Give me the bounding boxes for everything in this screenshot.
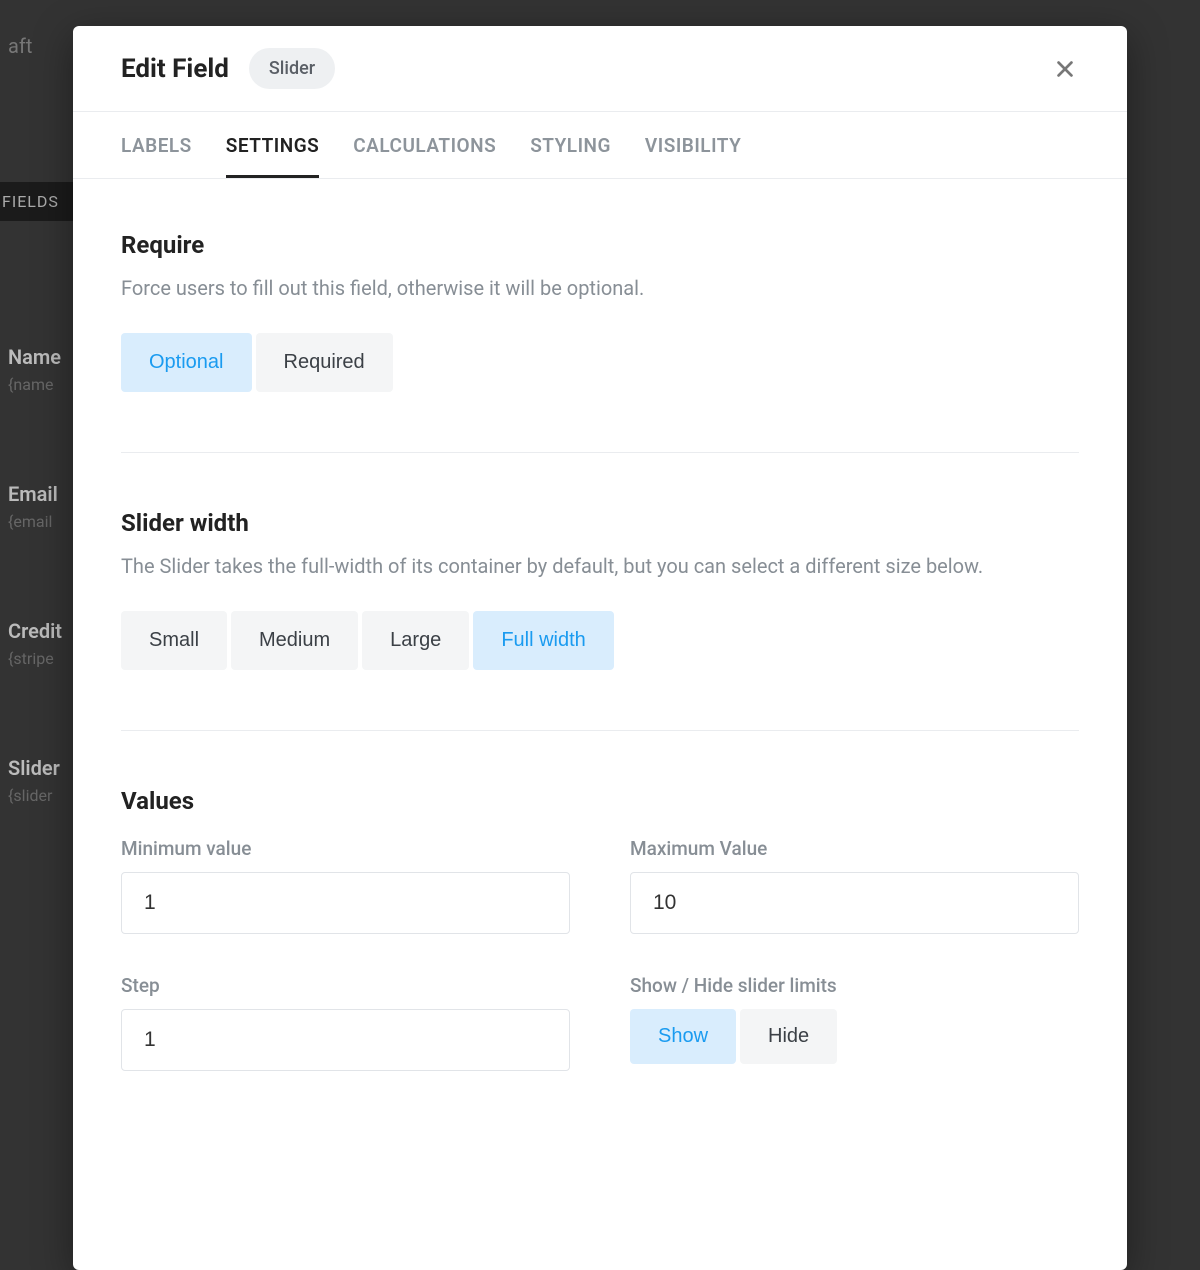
width-section: Slider width The Slider takes the full-w…	[121, 452, 1079, 670]
tab-visibility[interactable]: VISIBILITY	[645, 112, 741, 178]
modal-title: Edit Field	[121, 54, 229, 84]
limits-hide-button[interactable]: Hide	[740, 1009, 837, 1064]
bg-item: Name {name	[0, 331, 80, 408]
width-small-button[interactable]: Small	[121, 611, 227, 670]
width-medium-button[interactable]: Medium	[231, 611, 358, 670]
background-sidebar: aft FIELDS Name {name Email {email Credi…	[0, 0, 80, 1270]
step-input[interactable]	[121, 1009, 570, 1071]
limits-label: Show / Hide slider limits	[630, 974, 1079, 997]
tab-settings[interactable]: SETTINGS	[226, 112, 319, 178]
tab-labels[interactable]: LABELS	[121, 112, 192, 178]
min-value-input[interactable]	[121, 872, 570, 934]
require-optional-button[interactable]: Optional	[121, 333, 252, 392]
max-value-label: Maximum Value	[630, 837, 1079, 860]
require-section: Require Force users to fill out this fie…	[121, 231, 1079, 392]
bg-item: Slider {slider	[0, 742, 80, 819]
bg-item: Email {email	[0, 468, 80, 545]
modal-header: Edit Field Slider	[73, 26, 1127, 111]
width-toggle: Small Medium Large Full width	[121, 611, 1079, 670]
field-type-badge: Slider	[249, 48, 335, 89]
require-desc: Force users to fill out this field, othe…	[121, 273, 1079, 303]
bg-fields-header: FIELDS	[0, 182, 80, 221]
edit-field-modal: Edit Field Slider LABELS SETTINGS CALCUL…	[73, 26, 1127, 1270]
require-required-button[interactable]: Required	[256, 333, 393, 392]
limits-toggle: Show Hide	[630, 1009, 1079, 1064]
step-label: Step	[121, 974, 570, 997]
tab-styling[interactable]: STYLING	[530, 112, 611, 178]
close-icon	[1054, 58, 1076, 80]
modal-content: Require Force users to fill out this fie…	[73, 179, 1127, 1270]
values-section: Values Minimum value Maximum Value Step …	[121, 730, 1079, 1071]
width-full-button[interactable]: Full width	[473, 611, 613, 670]
bg-item: Credit {stripe	[0, 605, 80, 682]
limits-show-button[interactable]: Show	[630, 1009, 736, 1064]
width-desc: The Slider takes the full-width of its c…	[121, 551, 1079, 581]
width-title: Slider width	[121, 509, 1079, 537]
width-large-button[interactable]: Large	[362, 611, 469, 670]
close-button[interactable]	[1051, 55, 1079, 83]
min-value-label: Minimum value	[121, 837, 570, 860]
values-title: Values	[121, 787, 1079, 815]
require-title: Require	[121, 231, 1079, 259]
max-value-input[interactable]	[630, 872, 1079, 934]
bg-text: aft	[0, 20, 80, 72]
tabs: LABELS SETTINGS CALCULATIONS STYLING VIS…	[73, 111, 1127, 179]
require-toggle: Optional Required	[121, 333, 1079, 392]
tab-calculations[interactable]: CALCULATIONS	[353, 112, 496, 178]
